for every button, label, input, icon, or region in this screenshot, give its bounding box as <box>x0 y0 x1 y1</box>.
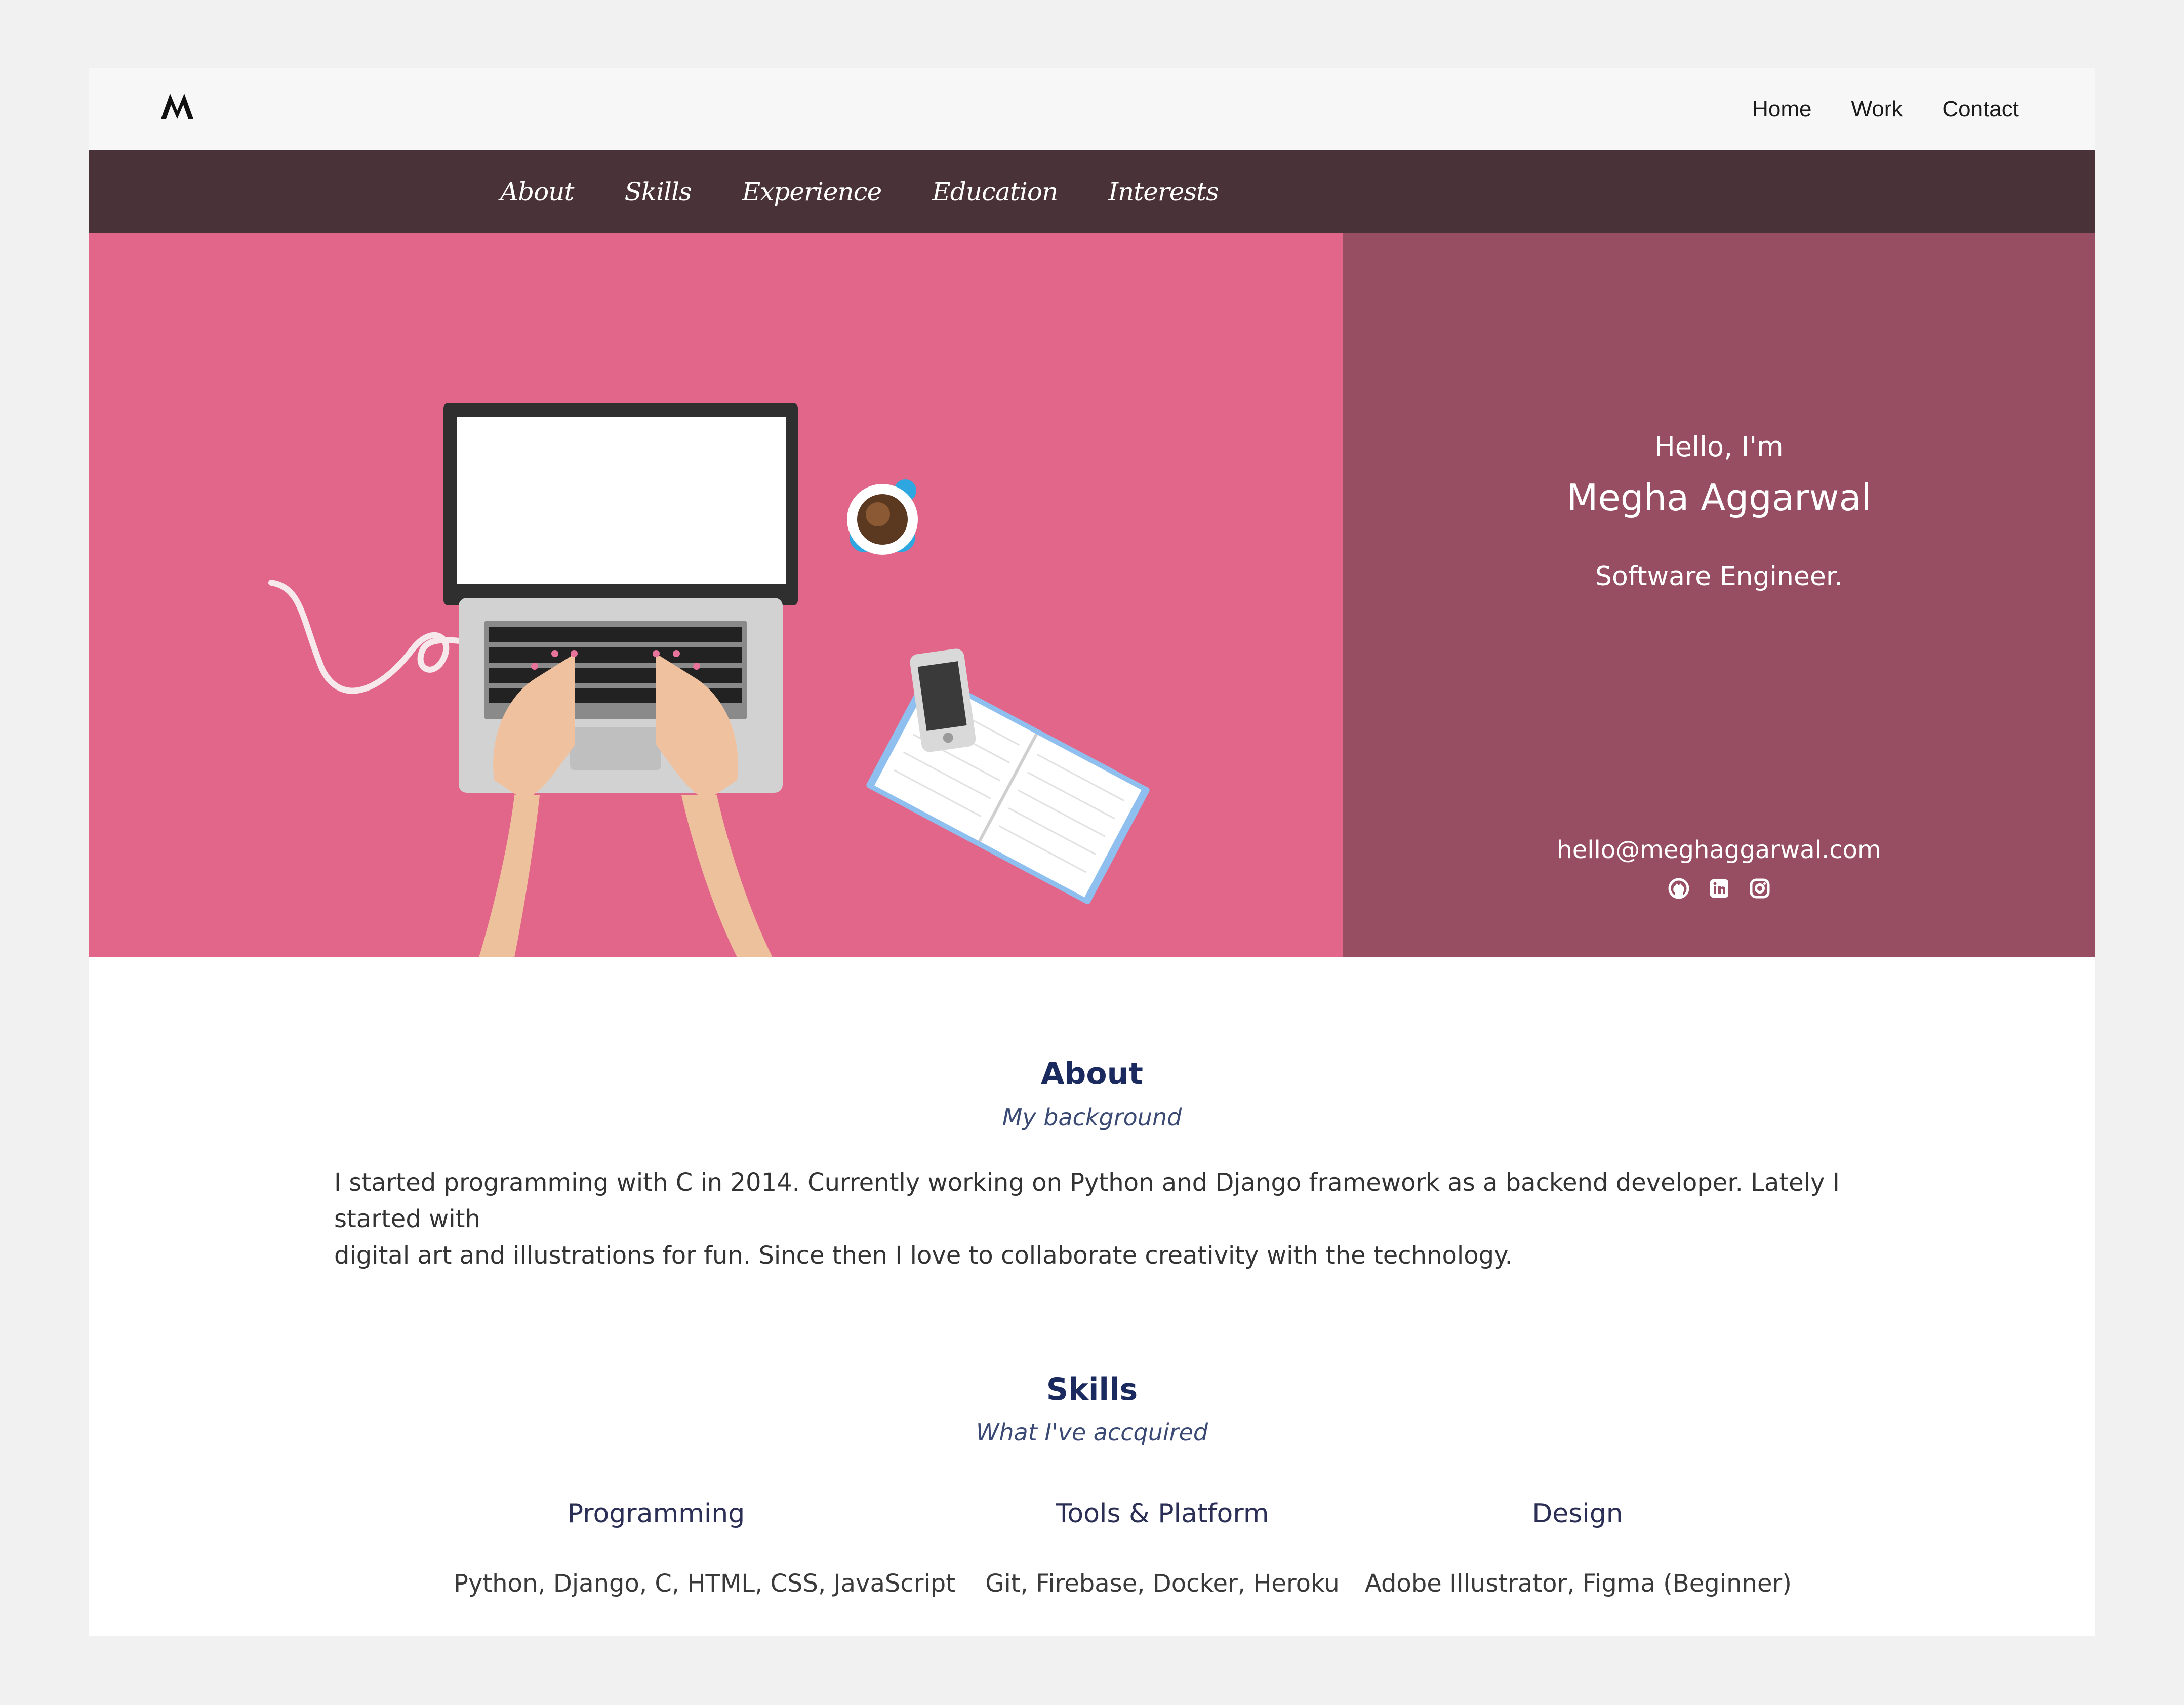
hero-illustration-panel <box>89 233 1343 957</box>
skills-subtitle: What I've accquired <box>976 1418 1208 1446</box>
about-text: I started programming with C in 2014. Cu… <box>334 1164 1853 1274</box>
skill-column-items: Git, Firebase, Docker, Heroku <box>985 1569 1340 1598</box>
portfolio-page: Home Work Contact About Skills Experienc… <box>89 68 2095 1636</box>
github-icon[interactable] <box>1668 877 1690 900</box>
workspace-illustration <box>268 403 1150 957</box>
top-nav-links: Home Work Contact <box>1752 68 2019 150</box>
skill-column-title: Tools & Platform <box>1056 1498 1269 1529</box>
skill-column-programming: Programming Python, Django, C, HTML, CSS… <box>454 1498 956 1598</box>
nav-work-link[interactable]: Work <box>1851 97 1903 122</box>
hero-role: Software Engineer. <box>1595 561 1843 592</box>
skill-column-items: Python, Django, C, HTML, CSS, JavaScript <box>454 1569 956 1598</box>
hero-intro-panel: Hello, I'm Megha Aggarwal Software Engin… <box>1343 233 2095 957</box>
about-subtitle: My background <box>1002 1104 1182 1131</box>
section-link-skills[interactable]: Skills <box>625 177 692 207</box>
hero-email[interactable]: hello@meghaggarwal.com <box>1343 836 2095 864</box>
about-text-line-1: I started programming with C in 2014. Cu… <box>334 1168 1840 1233</box>
skills-title: Skills <box>1046 1372 1138 1407</box>
social-links <box>1343 877 2095 900</box>
skill-column-design: Design Adobe Illustrator, Figma (Beginne… <box>1365 1498 1792 1598</box>
section-link-education[interactable]: Education <box>932 177 1058 207</box>
nav-contact-link[interactable]: Contact <box>1942 97 2019 122</box>
skill-column-tools: Tools & Platform Git, Firebase, Docker, … <box>975 1498 1350 1598</box>
section-link-experience[interactable]: Experience <box>742 177 882 207</box>
top-navbar: Home Work Contact <box>89 68 2095 150</box>
nav-home-link[interactable]: Home <box>1752 97 1811 122</box>
hero-name: Megha Aggarwal <box>1566 476 1872 519</box>
logo-icon[interactable] <box>159 91 195 121</box>
instagram-icon[interactable] <box>1749 877 1771 900</box>
section-navbar: About Skills Experience Education Intere… <box>89 150 2095 233</box>
linkedin-icon[interactable] <box>1708 877 1730 900</box>
about-text-line-2: digital art and illustrations for fun. S… <box>334 1241 1513 1270</box>
section-link-interests[interactable]: Interests <box>1108 177 1219 207</box>
skill-column-items: Adobe Illustrator, Figma (Beginner) <box>1365 1569 1792 1598</box>
skill-column-title: Programming <box>567 1498 745 1529</box>
hero-greeting: Hello, I'm <box>1654 431 1784 463</box>
skill-column-title: Design <box>1532 1498 1623 1529</box>
section-link-about[interactable]: About <box>500 177 575 207</box>
about-title: About <box>1040 1056 1143 1091</box>
